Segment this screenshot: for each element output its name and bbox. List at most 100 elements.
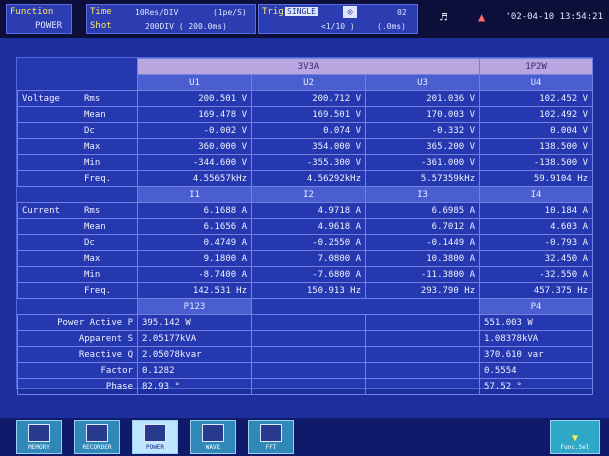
current-row: Min -8.7400 A -7.6800 A -11.3800 A -32.550 A [17,266,594,283]
voltage-value: -0.002 V [137,122,252,139]
wiring-3v3a-header: 3V3A [136,58,481,75]
mode-icon [28,424,50,442]
shot-label: Shot [90,21,112,31]
voltage-value: 200.712 V [251,90,366,107]
current-row-label: Freq. [17,282,138,299]
mode-button-fft[interactable]: FFT [248,420,294,454]
function-panel[interactable]: Function POWER [6,4,72,34]
power-metric-name: Factor [17,362,138,379]
power-header-p123: P123 [137,298,252,315]
function-value: POWER [35,21,63,31]
current-value: 0.4749 A [137,234,252,251]
channel-header-u3: U3 [364,74,481,91]
time-value: 10Res/DIV [135,8,179,17]
clock: '02-04-10 13:54:21 [505,12,603,22]
measurement-panel: 3V3A 1P2W U1 U2 U3 U4 Voltage Rms 200.501 V 200.7… [16,57,594,395]
voltage-value: 169.501 V [251,106,366,123]
current-value: -7.6800 A [251,266,366,283]
power-empty-cell [364,346,481,363]
channel-header-u4: U4 [479,74,594,91]
current-metric-name: Freq. [84,285,112,296]
mode-button-label: RECORDER [82,444,112,451]
table-blank [18,187,138,203]
power-header-p4: P4 [479,298,594,315]
voltage-row: Dc -0.002 V 0.074 V -0.332 V 0.004 V [17,122,594,139]
current-row: Current Rms 6.1688 A 4.9718 A 6.6985 A 10.184… [17,202,594,219]
channel-header-u1: U1 [137,74,252,91]
trig-position: <1/10 ) [321,22,355,31]
voltage-value: -355.300 V [251,154,366,171]
current-value: -8.7400 A [137,266,252,283]
mode-icon [86,424,108,442]
mode-button-wave[interactable]: WAVE [190,420,236,454]
shot-value: 200DIV ( 200.0ms) [145,22,227,31]
current-row: Dc 0.4749 A -0.2550 A -0.1449 A -0.793 A [17,234,594,251]
table-blank [18,299,138,315]
measurement-table: 3V3A 1P2W U1 U2 U3 U4 Voltage Rms 200.501 V 200.7… [17,58,594,395]
func-select-icon: ▼ [571,433,579,444]
table-blank [18,75,138,91]
power-metric-name: Reactive Q [17,346,138,363]
power-empty-cell [364,314,481,331]
current-value: 10.184 A [479,202,594,219]
current-header-row: I1 I2 I3 I4 [18,186,594,203]
voltage-value: 354.000 V [251,138,366,155]
trig-count: 02 [397,8,407,17]
power-metric-name: Phase [17,378,138,395]
trigger-panel[interactable]: Trig SINGLE ◎ 02 <1/10 ) (.0ms) [258,4,418,34]
voltage-row: Max 360.000 V 354.000 V 365.200 V 138.500 V [17,138,594,155]
voltage-metric-name: Rms [84,93,101,104]
mode-button-power[interactable]: POWER [132,420,178,454]
power-value-p123: 0.1282 [137,362,252,379]
current-row: Freq. 142.531 Hz 150.913 Hz 293.790 Hz 457.3… [17,282,594,299]
voltage-value: -344.600 V [137,154,252,171]
voltage-metric-name: Mean [84,109,106,120]
voltage-metric-name: Freq. [84,173,112,184]
trig-time: (.0ms) [377,22,406,31]
voltage-value: 200.501 V [137,90,252,107]
music-note-icon: ♬ [440,10,448,24]
power-row: Power Active P 395.142 W 551.003 W [17,314,594,331]
current-value: 4.9618 A [251,218,366,235]
current-row-label: Min [17,266,138,283]
trigger-icon: ◎ [343,6,357,18]
power-value-p4: 0.5554 [479,362,594,379]
current-row-label: Max [17,250,138,267]
mode-icon [260,424,282,442]
wiring-1p2w-header: 1P2W [479,58,594,75]
voltage-value: 169.478 V [137,106,252,123]
current-row-label: Current Rms [17,202,138,219]
mode-button-memory[interactable]: MEMORY [16,420,62,454]
current-value: 32.450 A [479,250,594,267]
power-value-p123: 82.93 ° [137,378,252,395]
voltage-row-label: Min [17,154,138,171]
channel-header-u2: U2 [251,74,366,91]
func-select-button[interactable]: ▼ Func.Sel [550,420,600,454]
voltage-row: Freq. 4.55657kHz 4.56292kHz 5.57359kHz 59.91… [17,170,594,187]
power-empty-cell [364,362,481,379]
voltage-row-label: Freq. [17,170,138,187]
voltage-value: 360.000 V [137,138,252,155]
current-value: 142.531 Hz [137,282,252,299]
mode-button-label: WAVE [205,444,221,451]
voltage-value: 102.452 V [479,90,594,107]
time-panel[interactable]: Time 10Res/DIV (1pe/S) Shot 200DIV ( 200… [86,4,256,34]
power-metric-name: Apparent S [17,330,138,347]
current-value: -0.2550 A [251,234,366,251]
bottom-function-bar: MEMORY RECORDER POWER WAVE FFT ▼ Func.Sel [0,418,609,456]
group-header-row: 3V3A 1P2W [18,58,594,75]
voltage-row: Voltage Rms 200.501 V 200.712 V 201.036 V 102… [17,90,594,107]
voltage-row-label: Dc [17,122,138,139]
table-corner [18,59,138,75]
time-label: Time [90,7,112,17]
power-row: Apparent S 2.05177kVA 1.08378kVA [17,330,594,347]
voltage-value: -0.332 V [364,122,481,139]
mode-button-recorder[interactable]: RECORDER [74,420,120,454]
current-section-label: Current [22,205,60,216]
function-label: Function [10,7,54,17]
mode-button-label: MEMORY [28,444,50,451]
channel-header-i3: I3 [364,186,481,203]
time-rate: (1pe/S) [213,8,247,17]
power-empty-cell [364,378,481,395]
mode-icon [144,424,166,442]
